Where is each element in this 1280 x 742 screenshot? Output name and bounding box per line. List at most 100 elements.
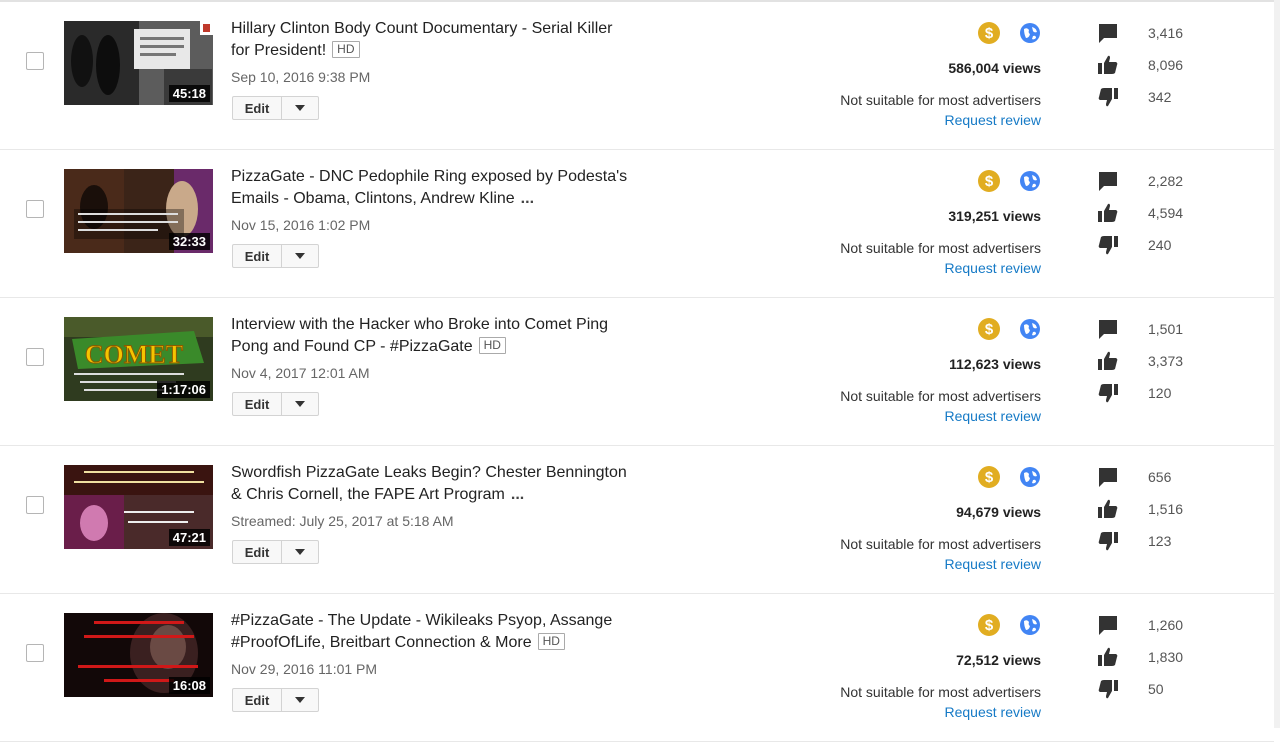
comment-icon (1099, 24, 1117, 43)
video-title[interactable]: Swordfish PizzaGate Leaks Begin? Chester… (231, 462, 631, 506)
edit-button[interactable]: Edit (233, 541, 282, 563)
video-thumbnail[interactable]: 16:08 (64, 613, 213, 697)
video-title[interactable]: Hillary Clinton Body Count Documentary -… (231, 18, 631, 62)
globe-icon[interactable] (1019, 22, 1041, 44)
comment-icon (1099, 320, 1117, 339)
thumbs-down-icon (1098, 236, 1118, 255)
video-title[interactable]: #PizzaGate - The Update - Wikileaks Psyo… (231, 610, 631, 654)
comments-stat: 2,282 (1097, 170, 1183, 192)
svg-text:$: $ (985, 25, 994, 42)
edit-menu-button[interactable] (282, 393, 318, 415)
like-count: 1,830 (1148, 649, 1184, 665)
svg-text:$: $ (985, 321, 994, 338)
video-row: 32:33 PizzaGate - DNC Pedophile Ring exp… (0, 150, 1274, 298)
video-list: 45:18 Hillary Clinton Body Count Documen… (0, 2, 1274, 742)
request-review-link[interactable]: Request review (945, 408, 1042, 424)
video-thumbnail[interactable]: COMET 1:17:06 (64, 317, 213, 401)
like-count: 4,594 (1148, 205, 1184, 221)
dollar-coin-icon[interactable]: $ (977, 317, 1001, 341)
request-review-link[interactable]: Request review (945, 260, 1042, 276)
video-duration: 32:33 (168, 233, 210, 250)
dislikes-stat: 120 (1097, 382, 1171, 404)
dislikes-stat: 342 (1097, 86, 1171, 108)
likes-stat: 8,096 (1097, 54, 1183, 76)
comment-icon (1099, 172, 1117, 191)
dislikes-stat: 50 (1097, 678, 1164, 700)
edit-menu-button[interactable] (282, 245, 318, 267)
comments-stat: 656 (1097, 466, 1171, 488)
video-title-text[interactable]: Hillary Clinton Body Count Documentary -… (231, 20, 612, 59)
video-title-text[interactable]: PizzaGate - DNC Pedophile Ring exposed b… (231, 168, 627, 207)
select-checkbox[interactable] (26, 200, 44, 218)
dollar-coin-icon[interactable]: $ (977, 465, 1001, 489)
comment-icon (1099, 468, 1117, 487)
monetization-status: Not suitable for most advertisers (840, 240, 1041, 256)
video-duration: 45:18 (168, 85, 210, 102)
view-count: 94,679 views (956, 504, 1041, 520)
select-checkbox[interactable] (26, 496, 44, 514)
globe-icon[interactable] (1019, 614, 1041, 636)
dislike-count: 342 (1148, 89, 1172, 105)
scrollbar-track[interactable] (1274, 0, 1280, 728)
edit-button[interactable]: Edit (233, 97, 282, 119)
chevron-down-icon (295, 401, 305, 407)
request-review-link[interactable]: Request review (945, 704, 1042, 720)
dollar-coin-icon[interactable]: $ (977, 21, 1001, 45)
video-title[interactable]: PizzaGate - DNC Pedophile Ring exposed b… (231, 166, 631, 210)
thumbs-down-icon (1098, 88, 1118, 107)
thumbs-up-icon (1098, 647, 1118, 666)
select-checkbox[interactable] (26, 52, 44, 70)
comment-icon (1099, 616, 1117, 635)
select-checkbox[interactable] (26, 348, 44, 366)
monetization-status: Not suitable for most advertisers (840, 536, 1041, 552)
edit-button[interactable]: Edit (233, 689, 282, 711)
video-title[interactable]: Interview with the Hacker who Broke into… (231, 314, 631, 358)
request-review-link[interactable]: Request review (945, 112, 1042, 128)
dislike-count: 123 (1148, 533, 1172, 549)
video-thumbnail[interactable]: 45:18 (64, 21, 213, 105)
thumbs-down-icon (1098, 384, 1118, 403)
edit-menu-button[interactable] (282, 97, 318, 119)
comment-count: 2,282 (1148, 173, 1184, 189)
dislike-count: 240 (1148, 237, 1172, 253)
likes-stat: 1,830 (1097, 646, 1183, 668)
view-count: 319,251 views (948, 208, 1041, 224)
dollar-coin-icon[interactable]: $ (977, 613, 1001, 637)
likes-stat: 3,373 (1097, 350, 1183, 372)
more-ellipsis[interactable]: ... (521, 190, 534, 207)
view-count: 586,004 views (948, 60, 1041, 76)
edit-button[interactable]: Edit (233, 245, 282, 267)
svg-text:$: $ (985, 173, 994, 190)
video-title-text[interactable]: Interview with the Hacker who Broke into… (231, 316, 608, 355)
monetization-status: Not suitable for most advertisers (840, 684, 1041, 700)
globe-icon[interactable] (1019, 170, 1041, 192)
dollar-coin-icon[interactable]: $ (977, 169, 1001, 193)
dislikes-stat: 240 (1097, 234, 1171, 256)
comments-stat: 1,260 (1097, 614, 1183, 636)
globe-icon[interactable] (1019, 318, 1041, 340)
video-date: Nov 4, 2017 12:01 AM (231, 365, 370, 381)
comment-count: 1,260 (1148, 617, 1184, 633)
edit-menu-button[interactable] (282, 541, 318, 563)
edit-menu-button[interactable] (282, 689, 318, 711)
edit-button[interactable]: Edit (233, 393, 282, 415)
video-title-text[interactable]: Swordfish PizzaGate Leaks Begin? Chester… (231, 464, 627, 503)
edit-button-group: Edit (232, 688, 319, 712)
thumbs-up-icon (1098, 55, 1118, 74)
edit-button-group: Edit (232, 244, 319, 268)
video-thumbnail[interactable]: 47:21 (64, 465, 213, 549)
edit-button-group: Edit (232, 392, 319, 416)
video-row: 16:08 #PizzaGate - The Update - Wikileak… (0, 594, 1274, 742)
video-date: Sep 10, 2016 9:38 PM (231, 69, 371, 85)
thumbs-up-icon (1098, 351, 1118, 370)
request-review-link[interactable]: Request review (945, 556, 1042, 572)
dislikes-stat: 123 (1097, 530, 1171, 552)
video-thumbnail[interactable]: 32:33 (64, 169, 213, 253)
thumbs-down-icon (1098, 532, 1118, 551)
select-checkbox[interactable] (26, 644, 44, 662)
video-row: 45:18 Hillary Clinton Body Count Documen… (0, 2, 1274, 150)
more-ellipsis[interactable]: ... (511, 486, 524, 503)
thumbnail-title-text: COMET (85, 340, 183, 369)
thumbs-down-icon (1098, 680, 1118, 699)
globe-icon[interactable] (1019, 466, 1041, 488)
